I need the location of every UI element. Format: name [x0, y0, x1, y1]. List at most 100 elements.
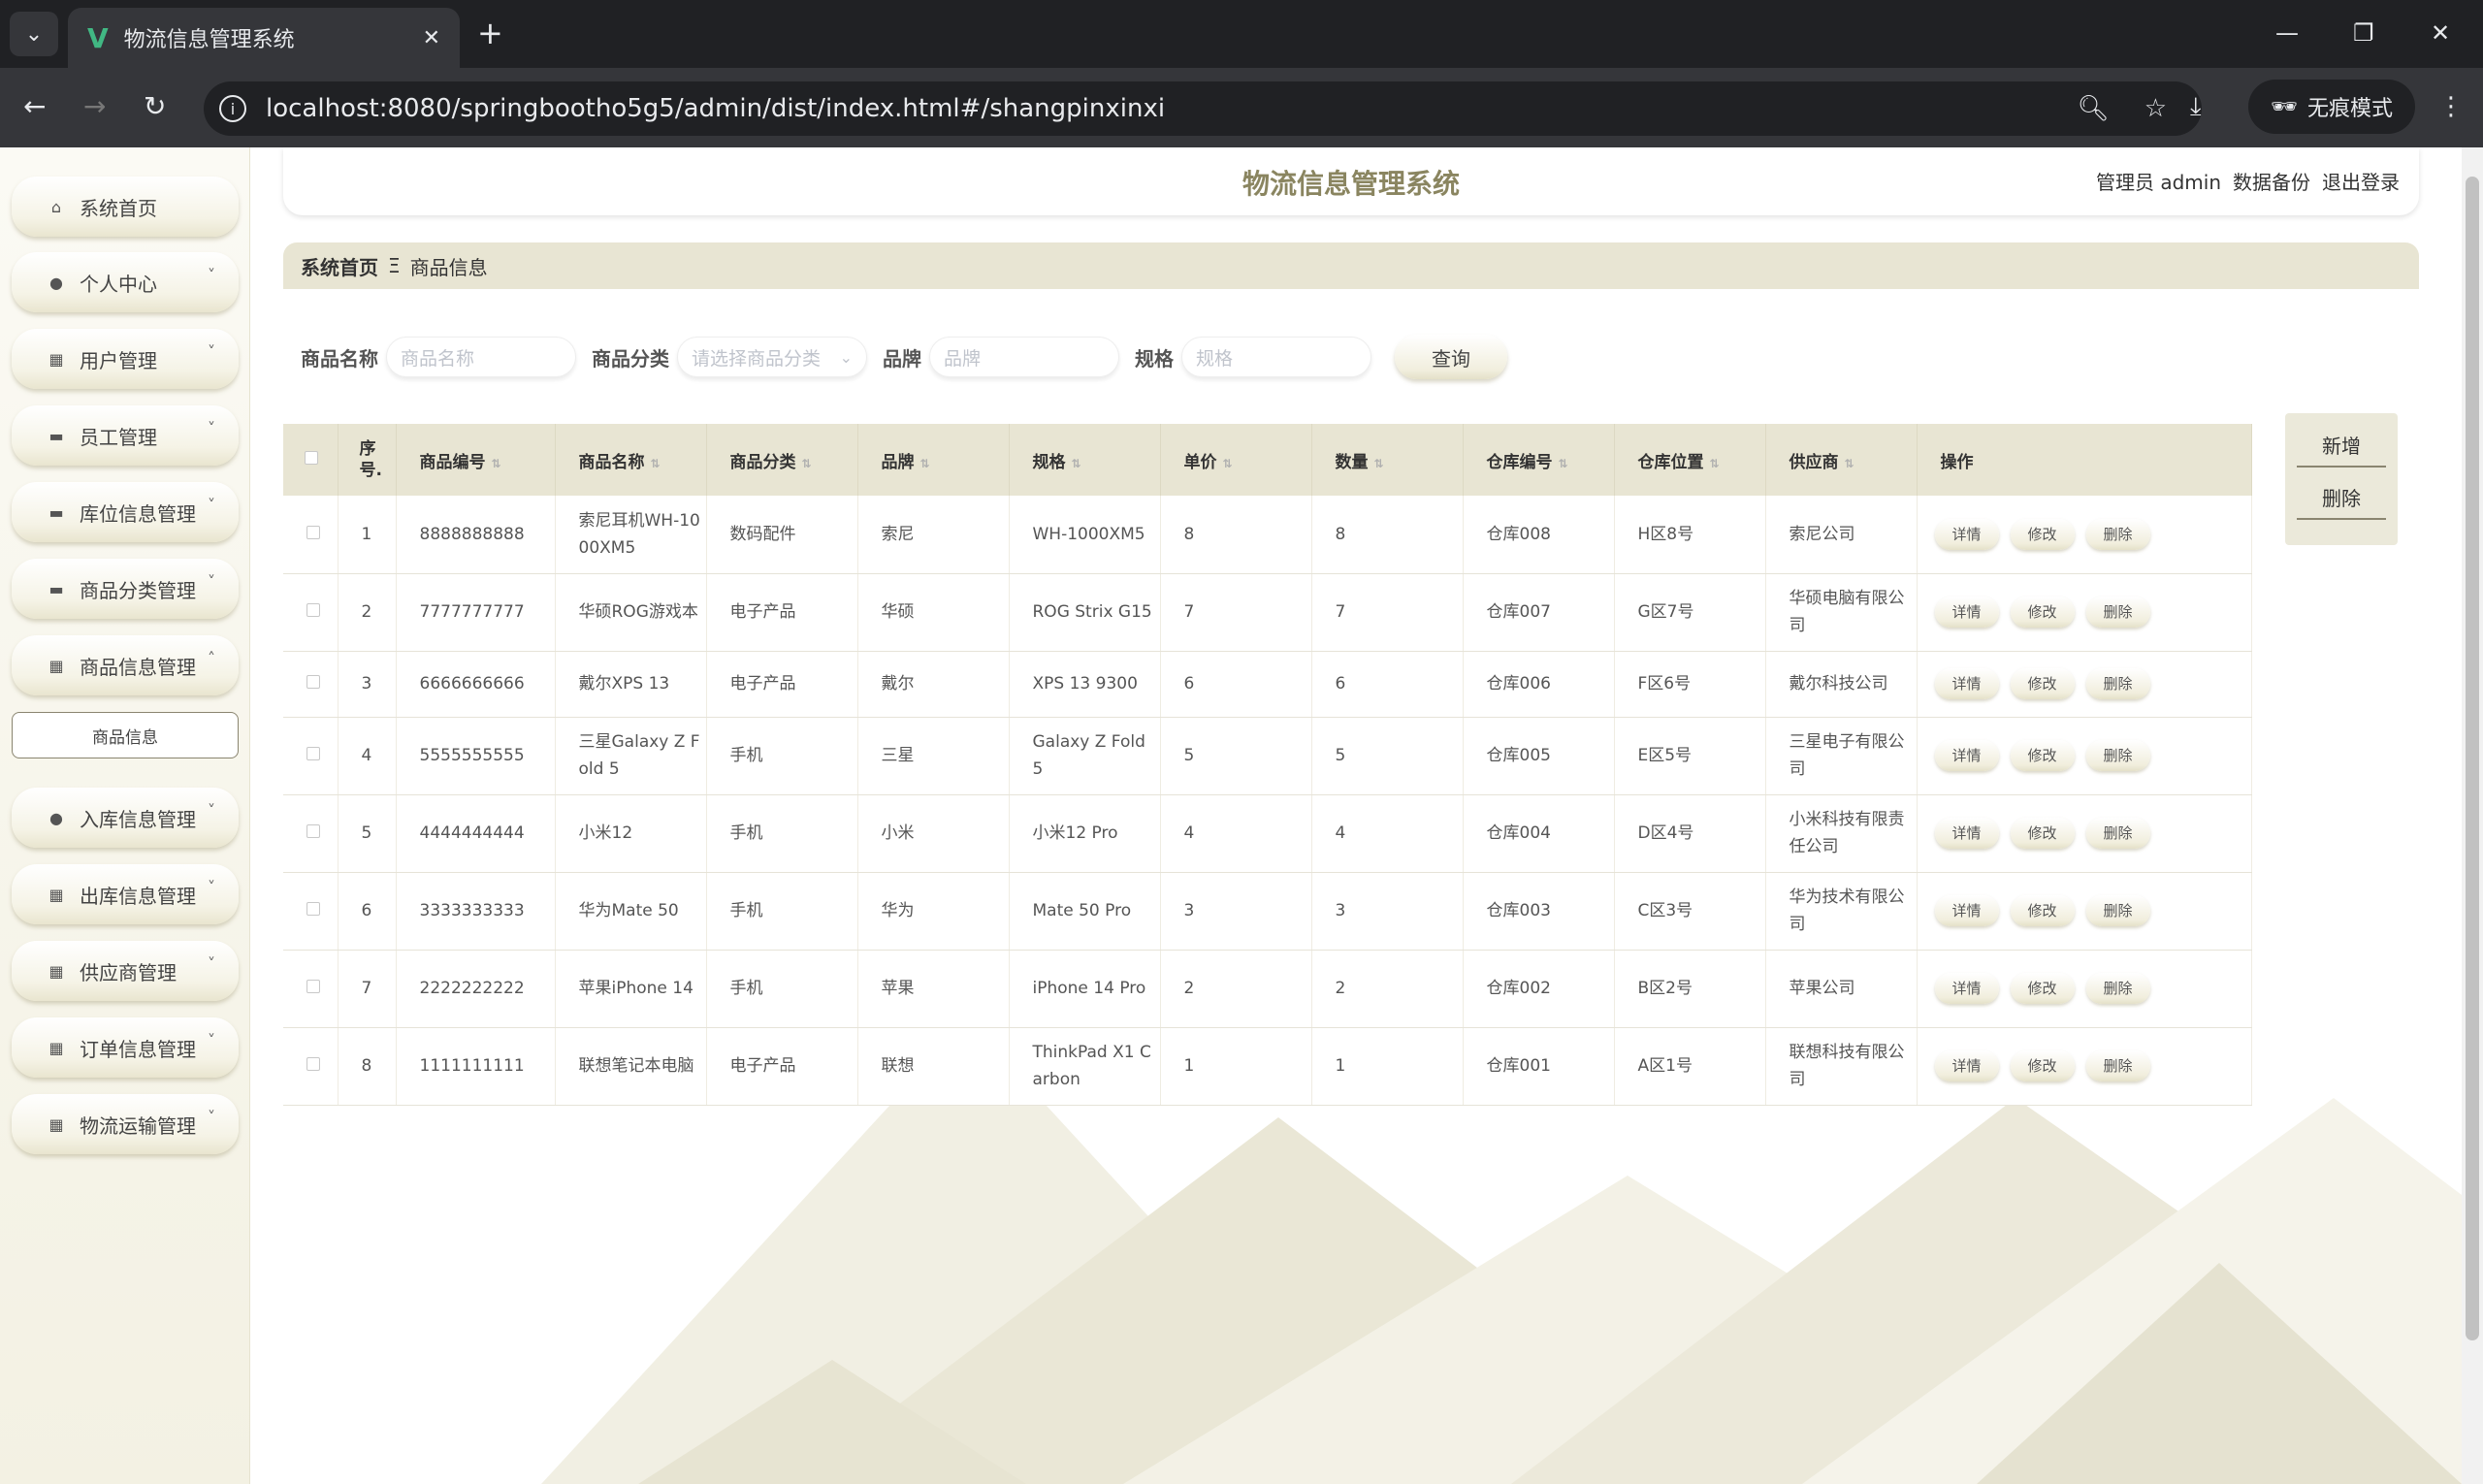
detail-button[interactable]: 详情: [1934, 518, 1999, 550]
edit-button[interactable]: 修改: [2010, 597, 2075, 628]
col-supplier[interactable]: 供应商 ⇅: [1765, 424, 1918, 496]
backup-link[interactable]: 数据备份: [2233, 167, 2310, 195]
row-checkbox[interactable]: [283, 651, 339, 718]
detail-button[interactable]: 详情: [1934, 668, 1999, 699]
row-checkbox[interactable]: [283, 1027, 339, 1106]
sidebar-item-9[interactable]: ▦ 出库信息管理 ˅: [12, 864, 239, 924]
action-panel: 新增 删除: [2285, 413, 2398, 545]
sidebar-item-3[interactable]: ▦ 用户管理 ˅: [12, 329, 239, 389]
cell-wh-code: 仓库006: [1463, 651, 1615, 718]
product-table: 序号. 商品编号 ⇅ 商品名称 ⇅ 商品分类 ⇅ 品牌 ⇅ 规格 ⇅ 单价 ⇅ 数量 ⇅ 仓库…: [283, 424, 2252, 1106]
briefcase-icon: ▬: [48, 502, 64, 522]
row-checkbox[interactable]: [283, 794, 339, 873]
breadcrumb-separator-icon: Ξ: [388, 254, 401, 277]
row-checkbox[interactable]: [283, 717, 339, 795]
delete-button[interactable]: 删除: [2085, 597, 2150, 628]
row-checkbox[interactable]: [283, 950, 339, 1028]
select-all-checkbox[interactable]: [283, 424, 339, 496]
name-input[interactable]: 商品名称: [386, 337, 576, 377]
detail-button[interactable]: 详情: [1934, 973, 1999, 1004]
reload-icon[interactable]: ↻: [144, 87, 166, 126]
col-wh-code[interactable]: 仓库编号 ⇅: [1463, 424, 1615, 496]
chevron-down-icon: ˅: [208, 954, 215, 973]
col-qty[interactable]: 数量 ⇅: [1311, 424, 1464, 496]
edit-button[interactable]: 修改: [2010, 1050, 2075, 1081]
sidebar-item-8[interactable]: ● 入库信息管理 ˅: [12, 788, 239, 848]
category-select[interactable]: 请选择商品分类 ⌄: [677, 337, 867, 377]
query-button[interactable]: 查询: [1395, 335, 1507, 379]
edit-button[interactable]: 修改: [2010, 668, 2075, 699]
sidebar-item-11[interactable]: ▦ 订单信息管理 ˅: [12, 1017, 239, 1078]
sidebar-item-4[interactable]: ▬ 员工管理 ˅: [12, 405, 239, 466]
close-tab-icon[interactable]: ✕: [423, 26, 440, 50]
col-code[interactable]: 商品编号 ⇅: [396, 424, 556, 496]
delete-button[interactable]: 删除: [2085, 973, 2150, 1004]
browser-tab[interactable]: V 物流信息管理系统 ✕: [68, 8, 460, 68]
edit-button[interactable]: 修改: [2010, 973, 2075, 1004]
chevron-down-icon: ˅: [208, 572, 215, 591]
detail-button[interactable]: 详情: [1934, 1050, 1999, 1081]
page-scrollbar[interactable]: [2462, 147, 2483, 1484]
scrollbar-thumb[interactable]: [2466, 177, 2479, 1340]
edit-button[interactable]: 修改: [2010, 740, 2075, 771]
sidebar-item-12[interactable]: ▦ 物流运输管理 ˅: [12, 1094, 239, 1154]
edit-button[interactable]: 修改: [2010, 895, 2075, 926]
incognito-badge[interactable]: 🕶︎ 无痕模式: [2248, 80, 2415, 134]
delete-button[interactable]: 删除: [2085, 1050, 2150, 1081]
sidebar-item-6[interactable]: ▬ 商品分类管理 ˅: [12, 559, 239, 619]
delete-button[interactable]: 删除: [2085, 668, 2150, 699]
more-menu-icon[interactable]: ⋮: [2438, 87, 2464, 126]
edit-button[interactable]: 修改: [2010, 818, 2075, 849]
col-name[interactable]: 商品名称 ⇅: [555, 424, 707, 496]
edit-button[interactable]: 修改: [2010, 518, 2075, 550]
minimize-icon[interactable]: —: [2275, 16, 2299, 50]
col-category[interactable]: 商品分类 ⇅: [706, 424, 858, 496]
restore-icon[interactable]: ❐: [2353, 16, 2374, 50]
sidebar-item-10[interactable]: ▦ 供应商管理 ˅: [12, 941, 239, 1001]
submenu-item-product-info[interactable]: 商品信息: [12, 712, 239, 758]
col-brand[interactable]: 品牌 ⇅: [857, 424, 1010, 496]
window-close-icon[interactable]: ✕: [2431, 16, 2450, 50]
url-text[interactable]: localhost:8080/springbootho5g5/admin/dis…: [266, 94, 2078, 123]
col-price[interactable]: 单价 ⇅: [1160, 424, 1312, 496]
cell-idx: 3: [338, 651, 397, 718]
chevron-down-icon: ⌄: [839, 347, 853, 367]
spec-input[interactable]: 规格: [1181, 337, 1371, 377]
add-button[interactable]: 新增: [2297, 423, 2386, 468]
delete-button[interactable]: 删除: [2085, 740, 2150, 771]
col-wh-loc[interactable]: 仓库位置 ⇅: [1614, 424, 1766, 496]
delete-button[interactable]: 删除: [2085, 895, 2150, 926]
sidebar-item-5[interactable]: ▬ 库位信息管理 ˅: [12, 482, 239, 542]
logout-link[interactable]: 退出登录: [2322, 167, 2400, 195]
detail-button[interactable]: 详情: [1934, 740, 1999, 771]
delete-button[interactable]: 删除: [2085, 518, 2150, 550]
detail-button[interactable]: 详情: [1934, 895, 1999, 926]
row-checkbox[interactable]: [283, 496, 339, 574]
row-checkbox[interactable]: [283, 872, 339, 951]
zoom-icon[interactable]: 🔍︎: [2078, 94, 2110, 123]
breadcrumb-home[interactable]: 系统首页: [301, 252, 378, 280]
cell-supplier: 索尼公司: [1765, 496, 1918, 574]
user-icon: ●: [49, 273, 63, 292]
cell-wh-code: 仓库002: [1463, 950, 1615, 1028]
new-tab-icon[interactable]: +: [477, 14, 503, 52]
batch-delete-button[interactable]: 删除: [2297, 475, 2386, 520]
site-info-icon[interactable]: i: [219, 95, 246, 122]
detail-button[interactable]: 详情: [1934, 818, 1999, 849]
row-checkbox[interactable]: [283, 573, 339, 652]
cell-supplier: 华为技术有限公司: [1765, 872, 1918, 951]
sidebar-item-7[interactable]: ▦ 商品信息管理 ˄: [12, 635, 239, 695]
col-spec[interactable]: 规格 ⇅: [1009, 424, 1161, 496]
back-icon[interactable]: ←: [23, 87, 46, 126]
forward-icon[interactable]: →: [83, 87, 106, 126]
bookmark-star-icon[interactable]: ☆: [2144, 94, 2167, 123]
tab-search-icon[interactable]: ⌄: [10, 12, 58, 56]
download-icon[interactable]: ⤓: [2190, 87, 2202, 126]
sidebar-item-2[interactable]: ● 个人中心 ˅: [12, 252, 239, 312]
brand-input[interactable]: 品牌: [929, 337, 1119, 377]
address-bar[interactable]: i localhost:8080/springbootho5g5/admin/d…: [204, 81, 2202, 136]
chevron-down-icon: ˅: [208, 266, 215, 284]
sidebar-item-1[interactable]: ⌂ 系统首页: [12, 177, 239, 237]
delete-button[interactable]: 删除: [2085, 818, 2150, 849]
detail-button[interactable]: 详情: [1934, 597, 1999, 628]
